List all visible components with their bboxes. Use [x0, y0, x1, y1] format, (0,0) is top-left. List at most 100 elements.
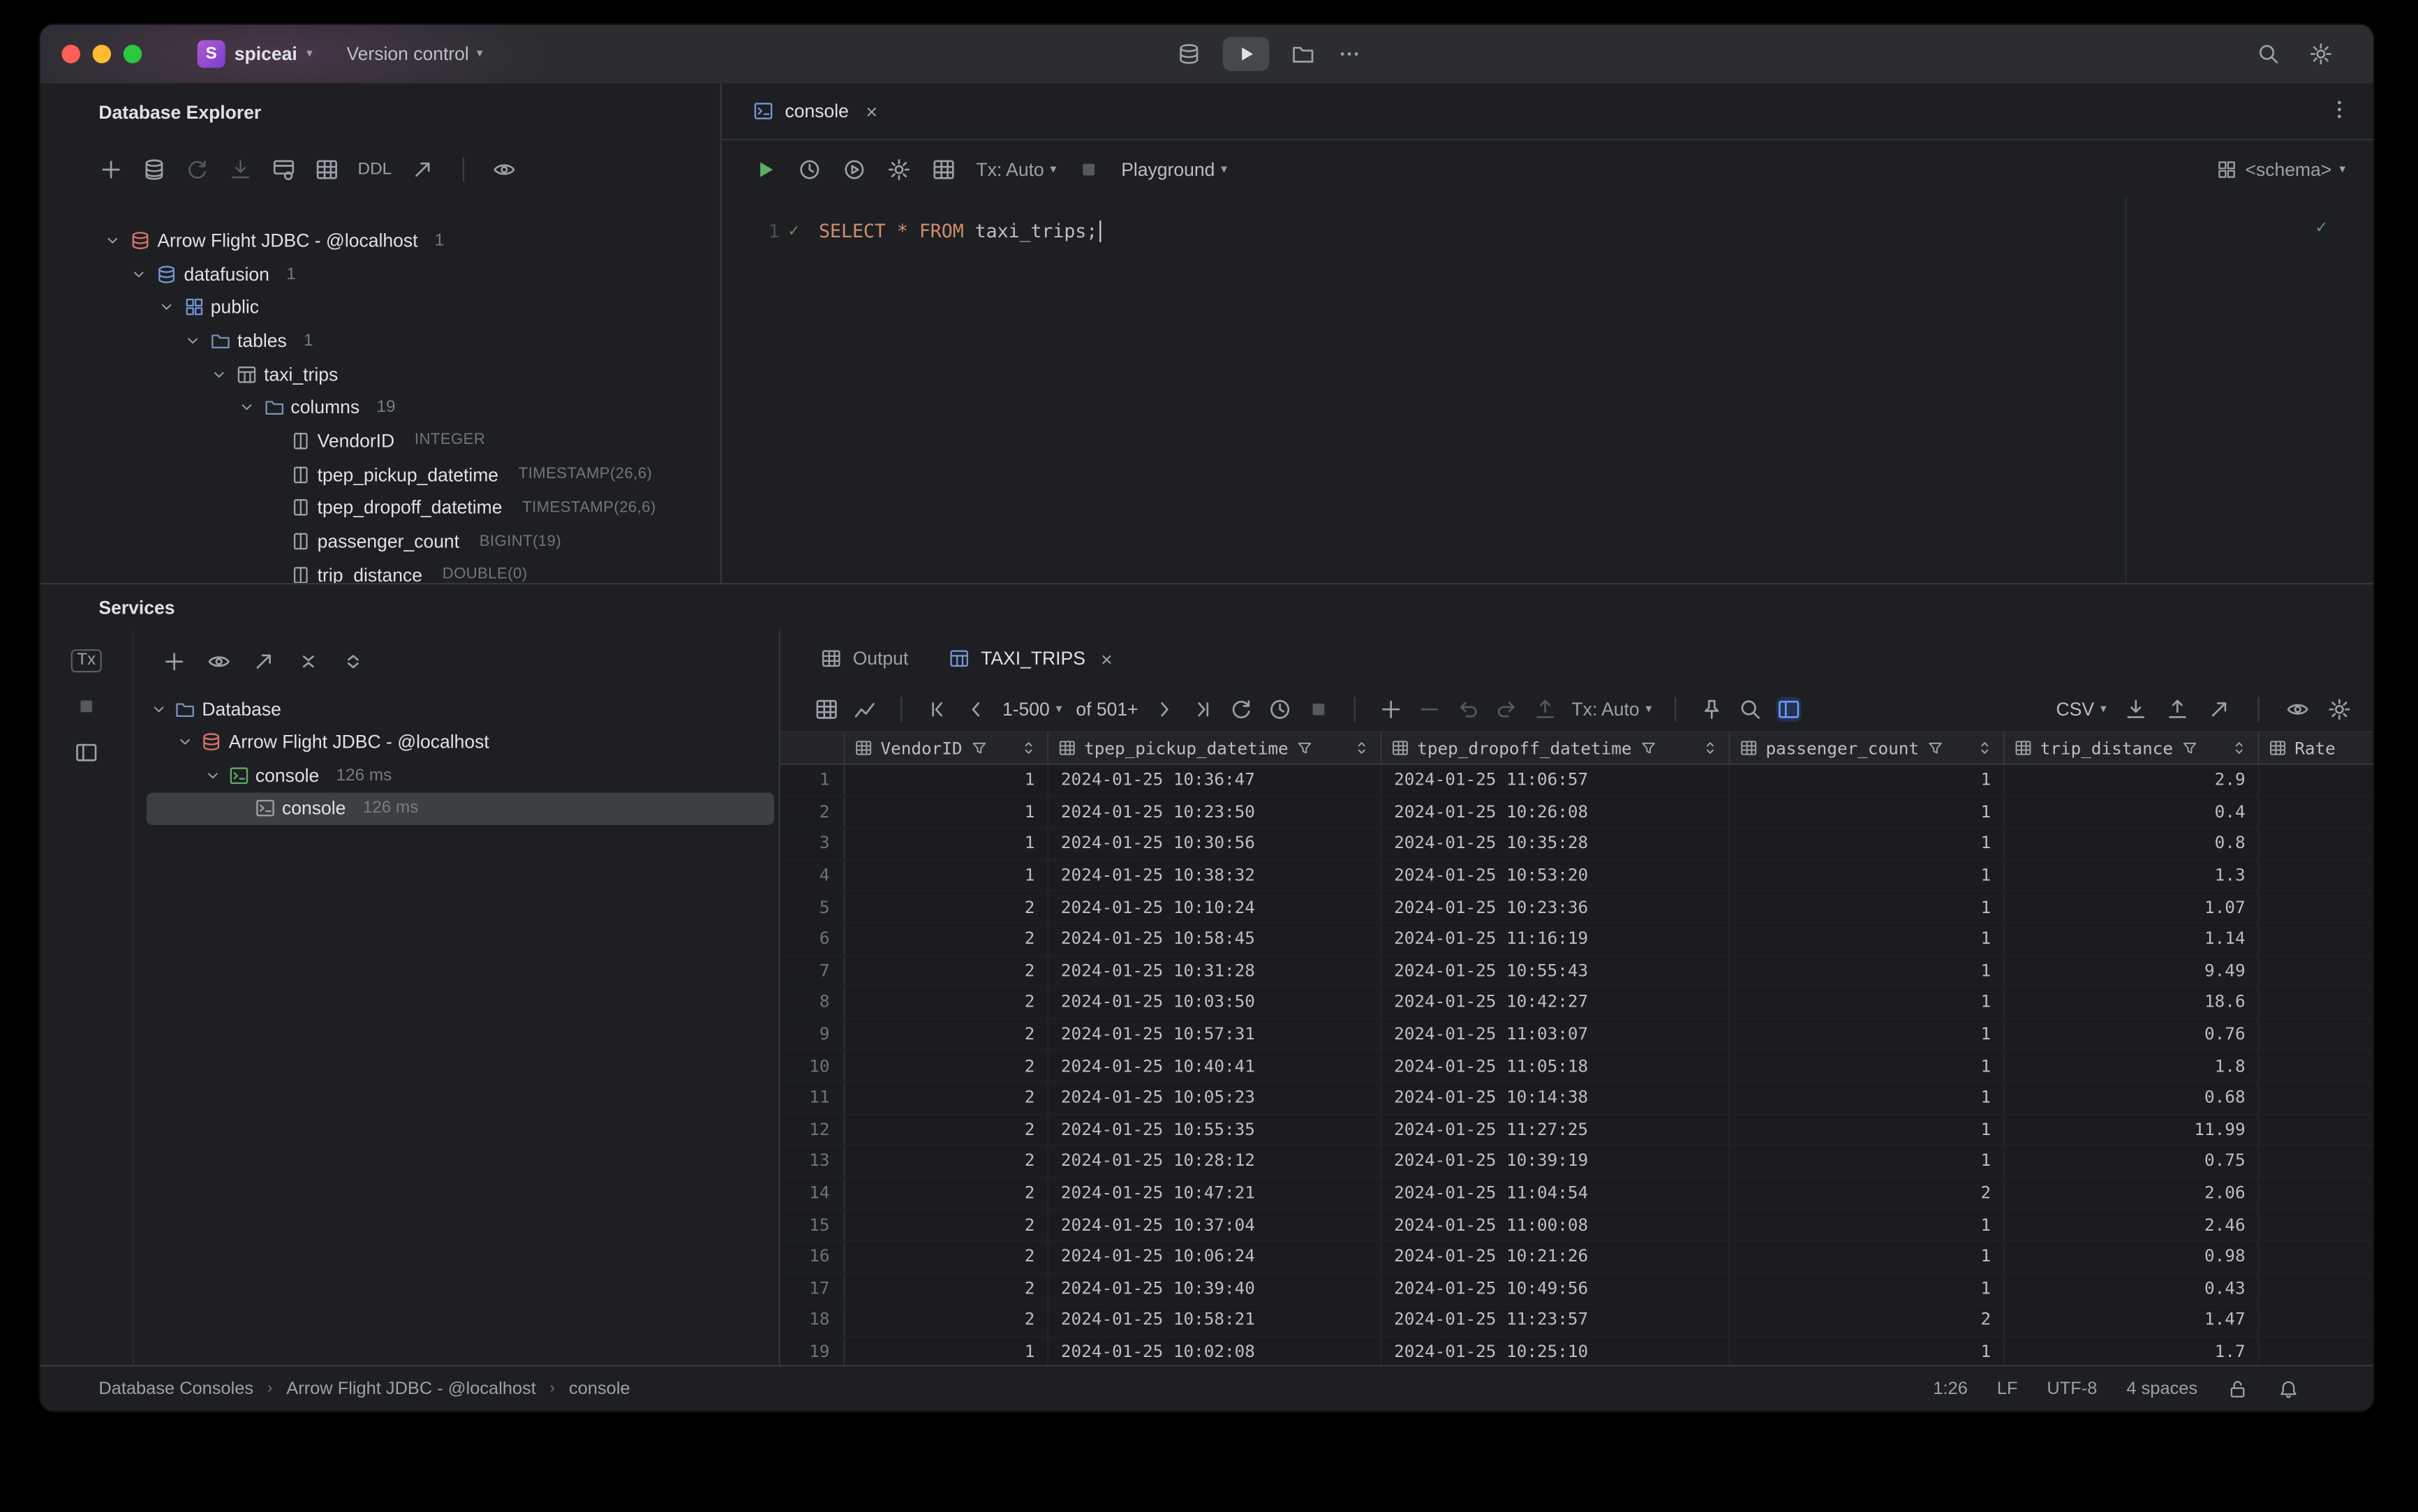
cell[interactable]: 2024-01-25 10:39:19 — [1381, 1146, 1730, 1176]
cell[interactable]: 2 — [845, 1305, 1049, 1335]
tx-mode-select[interactable]: Tx: Auto ▾ — [976, 158, 1056, 179]
breadcrumb-item[interactable]: console — [569, 1379, 630, 1398]
chevron-down-icon[interactable] — [149, 699, 168, 718]
row-number[interactable]: 7 — [780, 955, 845, 986]
close-window-button[interactable] — [61, 45, 80, 64]
cell[interactable]: 2024-01-25 10:23:50 — [1048, 796, 1382, 827]
cell[interactable]: 1 — [1730, 1018, 2005, 1050]
sort-icon[interactable] — [2230, 739, 2249, 757]
cell[interactable]: 2024-01-25 10:10:24 — [1048, 891, 1382, 923]
cell[interactable]: 1 — [845, 828, 1049, 859]
chevron-down-icon[interactable] — [128, 265, 150, 283]
cell[interactable] — [2259, 892, 2373, 922]
column-header-trip_distance[interactable]: trip_distance — [2005, 732, 2260, 764]
cell[interactable]: 2024-01-25 11:27:25 — [1381, 1114, 1730, 1145]
row-number[interactable]: 10 — [780, 1051, 845, 1081]
tx-rail-icon[interactable]: Tx — [71, 649, 103, 673]
column-header-tpep_pickup_datetime[interactable]: tpep_pickup_datetime — [1048, 732, 1382, 764]
tree-item-tables[interactable]: tables 1 — [40, 324, 720, 357]
version-control-menu[interactable]: Version control ▾ — [346, 43, 482, 65]
row-number[interactable]: 5 — [780, 891, 845, 923]
cell[interactable]: 2024-01-25 11:00:08 — [1381, 1209, 1730, 1240]
tree-item-arrow-flight-jdbc-localhost[interactable]: Arrow Flight JDBC - @localhost — [134, 725, 778, 758]
cell[interactable]: 2024-01-25 11:23:57 — [1381, 1305, 1730, 1335]
column-header-rate[interactable]: Rate — [2259, 732, 2373, 763]
ddl-button[interactable]: DDL — [358, 160, 392, 179]
next-page-icon[interactable] — [1152, 696, 1176, 720]
tree-item-columns[interactable]: columns 19 — [40, 391, 720, 424]
previous-page-icon[interactable] — [964, 696, 988, 720]
row-number[interactable]: 13 — [780, 1146, 845, 1176]
chevron-down-icon[interactable] — [102, 231, 124, 250]
tree-item-vendorid[interactable]: VendorID INTEGER — [40, 424, 720, 458]
cell[interactable]: 1.07 — [2005, 891, 2260, 923]
cell[interactable]: 1 — [1730, 891, 2005, 923]
cell[interactable]: 0.68 — [2005, 1082, 2260, 1113]
row-number[interactable]: 15 — [780, 1209, 845, 1240]
layout-rail-icon[interactable] — [74, 740, 98, 764]
row-number[interactable]: 3 — [780, 828, 845, 859]
cell[interactable]: 2 — [845, 1241, 1049, 1272]
reload-icon[interactable] — [1229, 696, 1254, 720]
cell[interactable]: 2 — [845, 987, 1049, 1018]
cell[interactable] — [2259, 1305, 2373, 1335]
column-header-passenger_count[interactable]: passenger_count — [1730, 732, 2005, 764]
stop-icon[interactable] — [1306, 696, 1330, 720]
cell[interactable]: 9.49 — [2005, 955, 2260, 986]
cell[interactable]: 2024-01-25 10:55:35 — [1048, 1114, 1382, 1145]
cell[interactable]: 2.9 — [2005, 764, 2260, 796]
cell[interactable]: 2024-01-25 10:53:20 — [1381, 860, 1730, 891]
cell[interactable]: 2024-01-25 10:31:28 — [1048, 955, 1382, 986]
breadcrumb-item[interactable]: Arrow Flight JDBC - @localhost — [286, 1379, 536, 1398]
toggle-panel-icon[interactable] — [1777, 696, 1802, 721]
cell[interactable]: 2024-01-25 11:05:18 — [1381, 1051, 1730, 1081]
chevron-down-icon[interactable] — [209, 365, 230, 384]
cell[interactable]: 0.98 — [2005, 1241, 2260, 1272]
cell[interactable]: 2024-01-25 10:55:43 — [1381, 955, 1730, 986]
cell[interactable]: 2024-01-25 10:30:56 — [1048, 828, 1382, 859]
cell[interactable]: 1 — [1730, 860, 2005, 891]
cell[interactable]: 2.46 — [2005, 1209, 2260, 1240]
tab-taxi-trips[interactable]: TAXI_TRIPS × — [949, 631, 1113, 687]
tree-item-tpep-pickup-datetime[interactable]: tpep_pickup_datetime TIMESTAMP(26,6) — [40, 458, 720, 491]
cell[interactable]: 2024-01-25 10:21:26 — [1381, 1241, 1730, 1272]
cell[interactable]: 2024-01-25 10:36:47 — [1048, 764, 1382, 796]
cell[interactable]: 0.75 — [2005, 1146, 2260, 1176]
cell[interactable]: 1.14 — [2005, 924, 2260, 954]
cell[interactable]: 2024-01-25 10:57:31 — [1048, 1018, 1382, 1050]
filter-icon[interactable] — [970, 739, 989, 757]
cell[interactable]: 2024-01-25 10:23:36 — [1381, 891, 1730, 923]
tree-item-tpep-dropoff-datetime[interactable]: tpep_dropoff_datetime TIMESTAMP(26,6) — [40, 491, 720, 525]
run-widget[interactable] — [1222, 37, 1269, 71]
file-encoding[interactable]: UTF-8 — [2047, 1379, 2097, 1398]
line-separator[interactable]: LF — [1997, 1379, 2018, 1398]
close-icon[interactable]: × — [1101, 647, 1113, 670]
delete-row-icon[interactable] — [1417, 696, 1441, 720]
tree-item-database[interactable]: Database — [134, 692, 778, 725]
row-number[interactable]: 9 — [780, 1018, 845, 1050]
cell[interactable]: 2 — [845, 891, 1049, 923]
query-timer-icon[interactable] — [1268, 696, 1292, 720]
cell[interactable]: 1 — [845, 796, 1049, 827]
cell[interactable] — [2259, 1019, 2373, 1049]
export-format-select[interactable]: CSV ▾ — [2056, 698, 2107, 720]
revert-icon[interactable] — [1456, 696, 1481, 720]
tree-item-taxi-trips[interactable]: taxi_trips — [40, 357, 720, 391]
cell[interactable] — [2259, 829, 2373, 859]
pin-tab-icon[interactable] — [1700, 696, 1724, 720]
playground-select[interactable]: Playground ▾ — [1121, 158, 1227, 179]
cell[interactable]: 2024-01-25 10:35:28 — [1381, 828, 1730, 859]
cell[interactable]: 1 — [1730, 1336, 2005, 1365]
chevron-down-icon[interactable] — [177, 733, 195, 752]
add-datasource-icon[interactable] — [98, 156, 123, 181]
cell[interactable]: 1 — [1730, 764, 2005, 796]
history-icon[interactable] — [797, 156, 822, 181]
cell[interactable]: 1 — [845, 860, 1049, 891]
cell[interactable]: 18.6 — [2005, 987, 2260, 1018]
row-number[interactable]: 11 — [780, 1082, 845, 1113]
add-service-icon[interactable] — [162, 649, 186, 674]
cell[interactable] — [2259, 924, 2373, 954]
row-number[interactable]: 6 — [780, 924, 845, 954]
redo-icon[interactable] — [1494, 696, 1519, 720]
cell[interactable]: 2 — [845, 1051, 1049, 1081]
